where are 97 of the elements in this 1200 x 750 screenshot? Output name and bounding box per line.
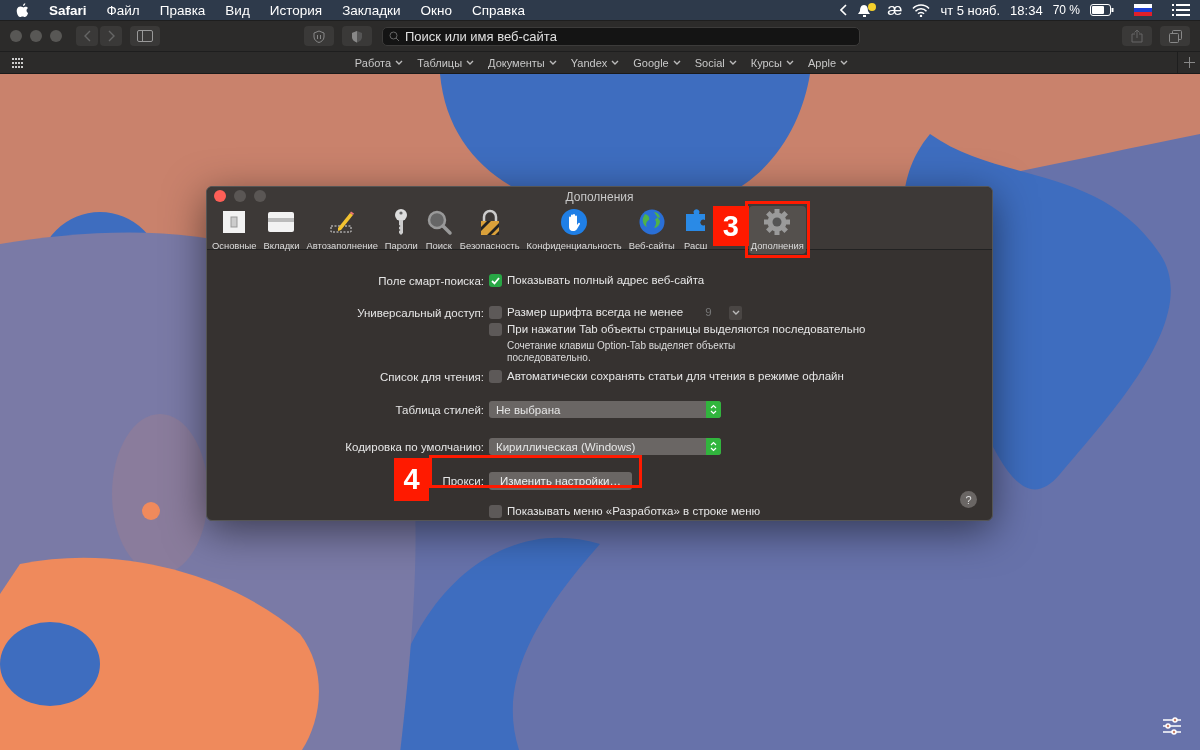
chevron-right-icon [107, 30, 115, 42]
address-field[interactable]: Поиск или имя веб-сайта [382, 26, 860, 46]
popup-menu[interactable]: Кириллическая (Windows) [489, 438, 721, 455]
shield-button[interactable] [342, 26, 372, 46]
menu-item[interactable]: История [269, 2, 323, 18]
preferences-tab[interactable]: Расш [679, 206, 712, 254]
hint-text: Сочетание клавиш Option-Tab выделяет объекты последовательно. [507, 340, 737, 364]
menu-item[interactable]: Окно [420, 2, 452, 18]
input-source[interactable]: æ [887, 2, 903, 18]
search-icon [389, 30, 400, 42]
menu-item[interactable]: Справка [471, 2, 525, 18]
chevron-down-icon [611, 59, 620, 66]
back-button[interactable] [76, 26, 98, 46]
setting-label: Поле смарт-поиска: [378, 275, 484, 287]
bookmark-folder[interactable]: Yandex [570, 56, 608, 69]
minimize-button[interactable] [30, 30, 42, 42]
chevron-left-icon [83, 30, 91, 42]
setting-label: Список для чтения: [379, 371, 484, 383]
sidebar-button[interactable] [130, 26, 160, 46]
app-menu[interactable]: Safari [49, 2, 87, 18]
chevron-down-icon [731, 309, 740, 316]
grid-icon[interactable] [12, 57, 24, 68]
sliders-icon[interactable] [1162, 717, 1182, 735]
preferences-tab[interactable]: Поиск [422, 206, 455, 254]
privacy-report-button[interactable] [304, 26, 334, 46]
popup-menu[interactable]: Не выбрана [489, 401, 721, 418]
preferences-tab[interactable]: Безопасность [457, 206, 522, 254]
bookmark-folder[interactable]: Google [633, 56, 669, 69]
menubar-date[interactable]: чт 5 нояб. [940, 2, 1001, 18]
zoom-button[interactable] [50, 30, 62, 42]
plus-icon[interactable] [1183, 57, 1195, 68]
menu-item[interactable]: Файл [106, 2, 140, 18]
bookmark-folder[interactable]: Таблицы [417, 56, 463, 69]
checkbox[interactable] [489, 505, 502, 518]
chevron-down-icon [466, 59, 475, 66]
address-input[interactable]: Поиск или имя веб-сайта [405, 28, 853, 44]
globe-icon [637, 208, 666, 236]
checkbox-label[interactable]: Размер шрифта всегда не менее [507, 304, 684, 321]
checkbox-label[interactable]: Показывать полный адрес веб-сайта [507, 272, 705, 289]
apple-icon[interactable] [16, 2, 29, 18]
menu-item[interactable]: Правка [159, 2, 206, 18]
battery-percent: 70 % [1052, 3, 1080, 17]
hand-icon [560, 208, 589, 236]
shield-icon [313, 29, 325, 43]
bell-icon[interactable] [857, 2, 878, 18]
bookmark-folder[interactable]: Apple [808, 56, 837, 69]
checkbox[interactable] [489, 323, 502, 336]
checkbox-label[interactable]: При нажатии Tab объекты страницы выделяются последовательно [507, 321, 866, 338]
step-number: 4 [394, 458, 429, 501]
checkbox-label[interactable]: Автоматически сохранять статьи для чтения в режиме офлайн [507, 368, 844, 385]
menu-item[interactable]: Закладки [342, 2, 401, 18]
checkbox[interactable] [489, 306, 502, 319]
chevron-down-icon [786, 59, 795, 66]
list-icon[interactable] [1172, 3, 1190, 17]
menubar-clock[interactable]: 18:34 [1010, 2, 1043, 18]
close-button[interactable] [10, 30, 22, 42]
bookmark-folder[interactable]: Документы [488, 56, 545, 69]
preferences-tab[interactable]: Дополнения [748, 206, 806, 254]
preferences-tab[interactable]: Конфиденциальность [524, 206, 624, 254]
window-title: Дополнения [565, 190, 634, 204]
checkbox[interactable] [489, 370, 502, 383]
chevron-down-icon [672, 59, 681, 66]
chevron-down-icon [728, 59, 737, 66]
forward-button[interactable] [100, 26, 122, 46]
bookmark-folder[interactable]: Работа [354, 56, 392, 69]
preferences-tab[interactable]: Веб-сайты [626, 206, 677, 254]
preferences-tab[interactable]: Вкладки [261, 206, 302, 254]
chevron-down-icon [395, 59, 404, 66]
menu-item[interactable]: Вид [225, 2, 250, 18]
setting-label: Таблица стилей: [395, 404, 484, 416]
setting-label: Универсальный доступ: [357, 307, 484, 319]
chevron-left-icon[interactable] [840, 4, 848, 16]
checkbox-label[interactable]: Показывать меню «Разработка» в строке меню [507, 503, 761, 520]
chevron-down-icon [548, 59, 557, 66]
close-button[interactable] [214, 190, 226, 202]
checkbox[interactable] [489, 274, 502, 287]
battery-icon[interactable] [1090, 4, 1114, 16]
up-down-arrows-icon [710, 404, 717, 415]
preferences-tab[interactable]: Автозаполнение [304, 206, 380, 254]
help-button[interactable]: ? [960, 491, 977, 508]
step-number: 3 [712, 206, 749, 246]
flag-icon[interactable] [1134, 4, 1152, 16]
tabs-icon [1168, 29, 1182, 43]
share-icon [1131, 29, 1143, 43]
setting-label: Кодировка по умолчанию: [345, 441, 484, 453]
up-down-arrows-icon [710, 441, 717, 452]
bookmark-folder[interactable]: Social [694, 56, 725, 69]
setting-label: Прокси: [442, 475, 484, 487]
preferences-tab[interactable]: Основные [210, 206, 259, 254]
shield-icon [351, 29, 363, 43]
preferences-tab[interactable]: Пароли [382, 206, 420, 254]
wifi-icon[interactable] [912, 3, 931, 17]
tabs-overview-button[interactable] [1160, 26, 1190, 46]
gear-icon [763, 208, 792, 236]
chevron-down-icon [840, 59, 849, 66]
bookmark-folder[interactable]: Курсы [750, 56, 783, 69]
sidebar-icon [137, 30, 153, 42]
